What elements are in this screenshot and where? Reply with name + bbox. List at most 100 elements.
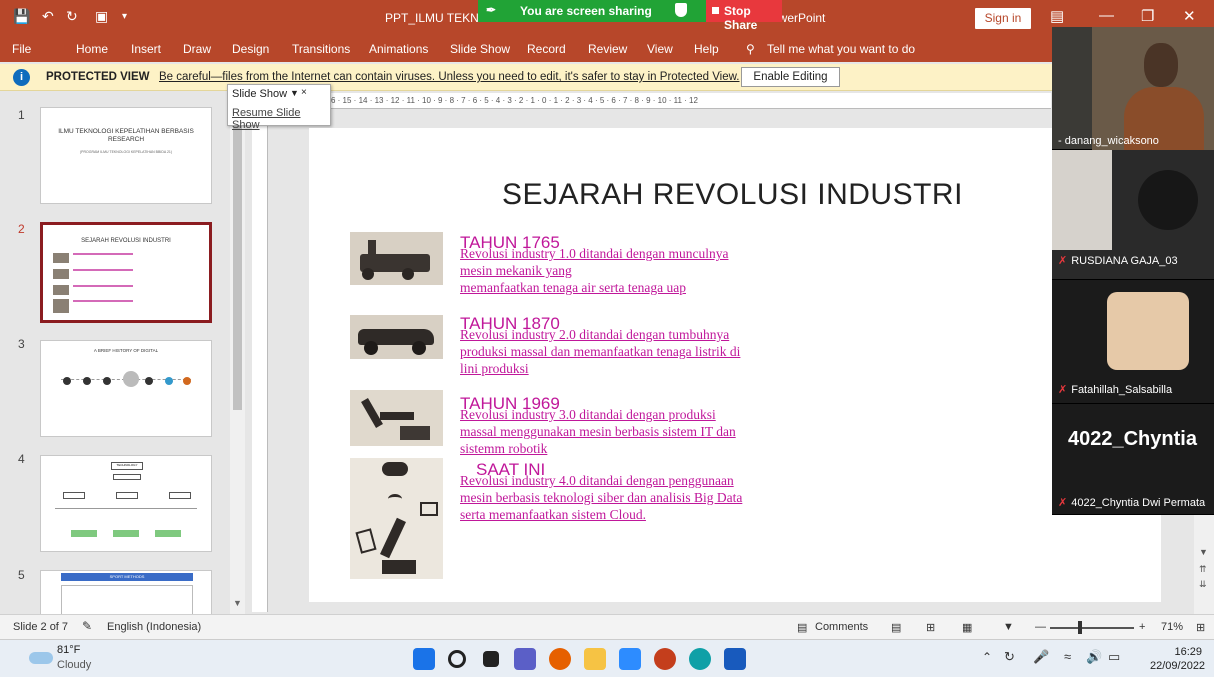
wifi-icon[interactable]: ≈ [1064,649,1071,664]
zoom-slider-knob[interactable] [1078,621,1082,634]
task-view-icon[interactable] [483,651,499,667]
participant-tile[interactable]: - danang_wicaksono [1052,27,1214,150]
section-body: Revolusi industry 2.0 ditandai dengan tu… [460,326,740,377]
normal-view-icon[interactable]: ▤ [891,621,901,634]
body-line: Revolusi industry 1.0 ditandai dengan mu… [460,246,729,261]
scroll-down-icon[interactable]: ▼ [1199,547,1208,557]
fit-slide-icon[interactable]: ⊞ [1196,621,1205,634]
tab-design[interactable]: Design [232,42,269,56]
powerpoint-icon[interactable] [654,648,676,670]
clock-date: 22/09/2022 [1150,660,1206,672]
slide-number: 3 [18,337,25,351]
undo-icon[interactable]: ↶ [42,8,54,25]
tab-transitions[interactable]: Transitions [292,42,350,56]
comments-button[interactable]: Comments [815,621,868,633]
spelling-check-icon[interactable]: ✎ [82,619,92,633]
participant-tile[interactable]: ✗ Fatahillah_Salsabilla [1052,280,1214,404]
battery-icon[interactable]: ▭ [1108,649,1120,665]
save-icon[interactable]: 💾 [13,8,30,25]
participant-name: ✗ RUSDIANA GAJA_03 [1058,254,1178,267]
thumb-image [53,285,69,295]
slide-title[interactable]: SEJARAH REVOLUSI INDUSTRI [502,178,963,212]
slide-thumbnail-3[interactable]: A BRIEF HISTORY OF DIGITAL [40,340,212,437]
steam-train-image[interactable] [350,232,443,285]
slide-number: 1 [18,108,25,122]
industry-4-image[interactable] [350,458,443,579]
slide-counter: Slide 2 of 7 [13,621,69,633]
edge-icon[interactable] [689,648,711,670]
file-explorer-icon[interactable] [584,648,606,670]
sign-in-button[interactable]: Sign in [975,8,1031,29]
zoom-level[interactable]: 71% [1161,621,1183,633]
tab-file[interactable]: File [12,42,31,56]
redo-icon[interactable]: ↻ [66,8,78,25]
tab-help[interactable]: Help [694,42,719,56]
zoom-out-icon[interactable]: — [1035,621,1046,633]
stop-share-button[interactable]: Stop Share [706,0,782,32]
previous-slide-icon[interactable]: ⇈ [1199,564,1207,575]
weather-temperature: 81°F [57,644,81,656]
language-indicator[interactable]: English (Indonesia) [107,621,201,633]
reading-view-icon[interactable]: ▦ [962,621,972,634]
slide-thumbnail-5[interactable]: SPORT METHODS [40,570,212,614]
thumb-dot [165,377,173,385]
tab-draw[interactable]: Draw [183,42,211,56]
tab-review[interactable]: Review [588,42,627,56]
share-status-text: You are screen sharing [520,4,652,18]
thumb-box [116,492,138,499]
mic-muted-icon: ✗ [1058,255,1068,267]
tab-record[interactable]: Record [527,42,566,56]
participant-display-name: 4022_Chyntia [1068,428,1197,450]
clock[interactable]: 16:29 22/09/2022 [1150,645,1206,673]
thumb-table [61,585,193,614]
participant-tile[interactable]: 4022_Chyntia ✗ 4022_Chyntia Dwi Permata [1052,404,1214,515]
present-icon[interactable]: ▣ [95,8,108,25]
microphone-icon[interactable]: 🎤 [1033,649,1049,665]
start-icon[interactable] [413,648,435,670]
tell-me-search[interactable]: Tell me what you want to do [767,42,915,56]
zoom-slider[interactable] [1050,627,1134,629]
zoom-app-icon[interactable] [619,648,641,670]
tab-home[interactable]: Home [76,42,108,56]
participant-name-text: danang_wicaksono [1064,135,1159,147]
enable-editing-button[interactable]: Enable Editing [741,67,840,87]
minimize-icon[interactable]: — [1099,7,1114,24]
participant-name: ✗ Fatahillah_Salsabilla [1058,383,1172,396]
body-line: memanfaatkan tenaga air serta tenaga uap [460,280,686,295]
slide-thumbnail-pane: 1 ILMU TEKNOLOGI KEPELATIHAN BERBASIS RE… [0,92,245,614]
volume-icon[interactable]: 🔊 [1086,649,1102,665]
protected-view-message[interactable]: Be careful—files from the Internet can c… [159,71,739,83]
chat-icon[interactable] [514,648,536,670]
search-icon[interactable] [448,650,466,668]
tab-animations[interactable]: Animations [369,42,428,56]
ribbon-display-icon[interactable]: ▤ [1050,7,1064,25]
slideshow-view-icon[interactable]: ▼ [1003,621,1014,633]
tab-view[interactable]: View [647,42,673,56]
next-slide-icon[interactable]: ⇊ [1199,579,1207,590]
lightbulb-icon: ⚲ [746,42,755,56]
slide-thumbnail-1[interactable]: ILMU TEKNOLOGI KEPELATIHAN BERBASIS RESE… [40,107,212,204]
dropdown-icon[interactable]: ▼ [290,88,299,98]
comments-icon[interactable]: ▤ [797,621,807,634]
slide-thumbnail-4[interactable]: TECHNOLOGY [40,455,212,552]
scrollbar-thumb[interactable] [233,94,242,410]
firefox-icon[interactable] [549,648,571,670]
participant-tile[interactable]: ✗ RUSDIANA GAJA_03 [1052,150,1214,280]
customize-toolbar-icon[interactable]: ▾ [122,11,127,22]
body-line: lini produksi [460,361,529,376]
restore-icon[interactable]: ❐ [1141,7,1154,25]
thumbnail-scrollbar[interactable]: ▼ [230,92,245,614]
slide-sorter-icon[interactable]: ⊞ [926,621,935,634]
vintage-car-image[interactable] [350,315,443,359]
system-tray-chevron-icon[interactable]: ⌃ [982,650,992,664]
scroll-down-icon[interactable]: ▼ [233,598,242,608]
close-popup-icon[interactable]: × [301,87,307,98]
tab-insert[interactable]: Insert [131,42,161,56]
robot-arm-image[interactable] [350,390,443,446]
slide-thumbnail-2[interactable]: SEJARAH REVOLUSI INDUSTRI [40,222,212,323]
tab-slide-show[interactable]: Slide Show [450,42,510,56]
word-icon[interactable] [724,648,746,670]
sync-icon[interactable]: ↻ [1004,649,1015,665]
close-icon[interactable]: ✕ [1183,7,1196,25]
zoom-in-icon[interactable]: + [1139,621,1145,633]
